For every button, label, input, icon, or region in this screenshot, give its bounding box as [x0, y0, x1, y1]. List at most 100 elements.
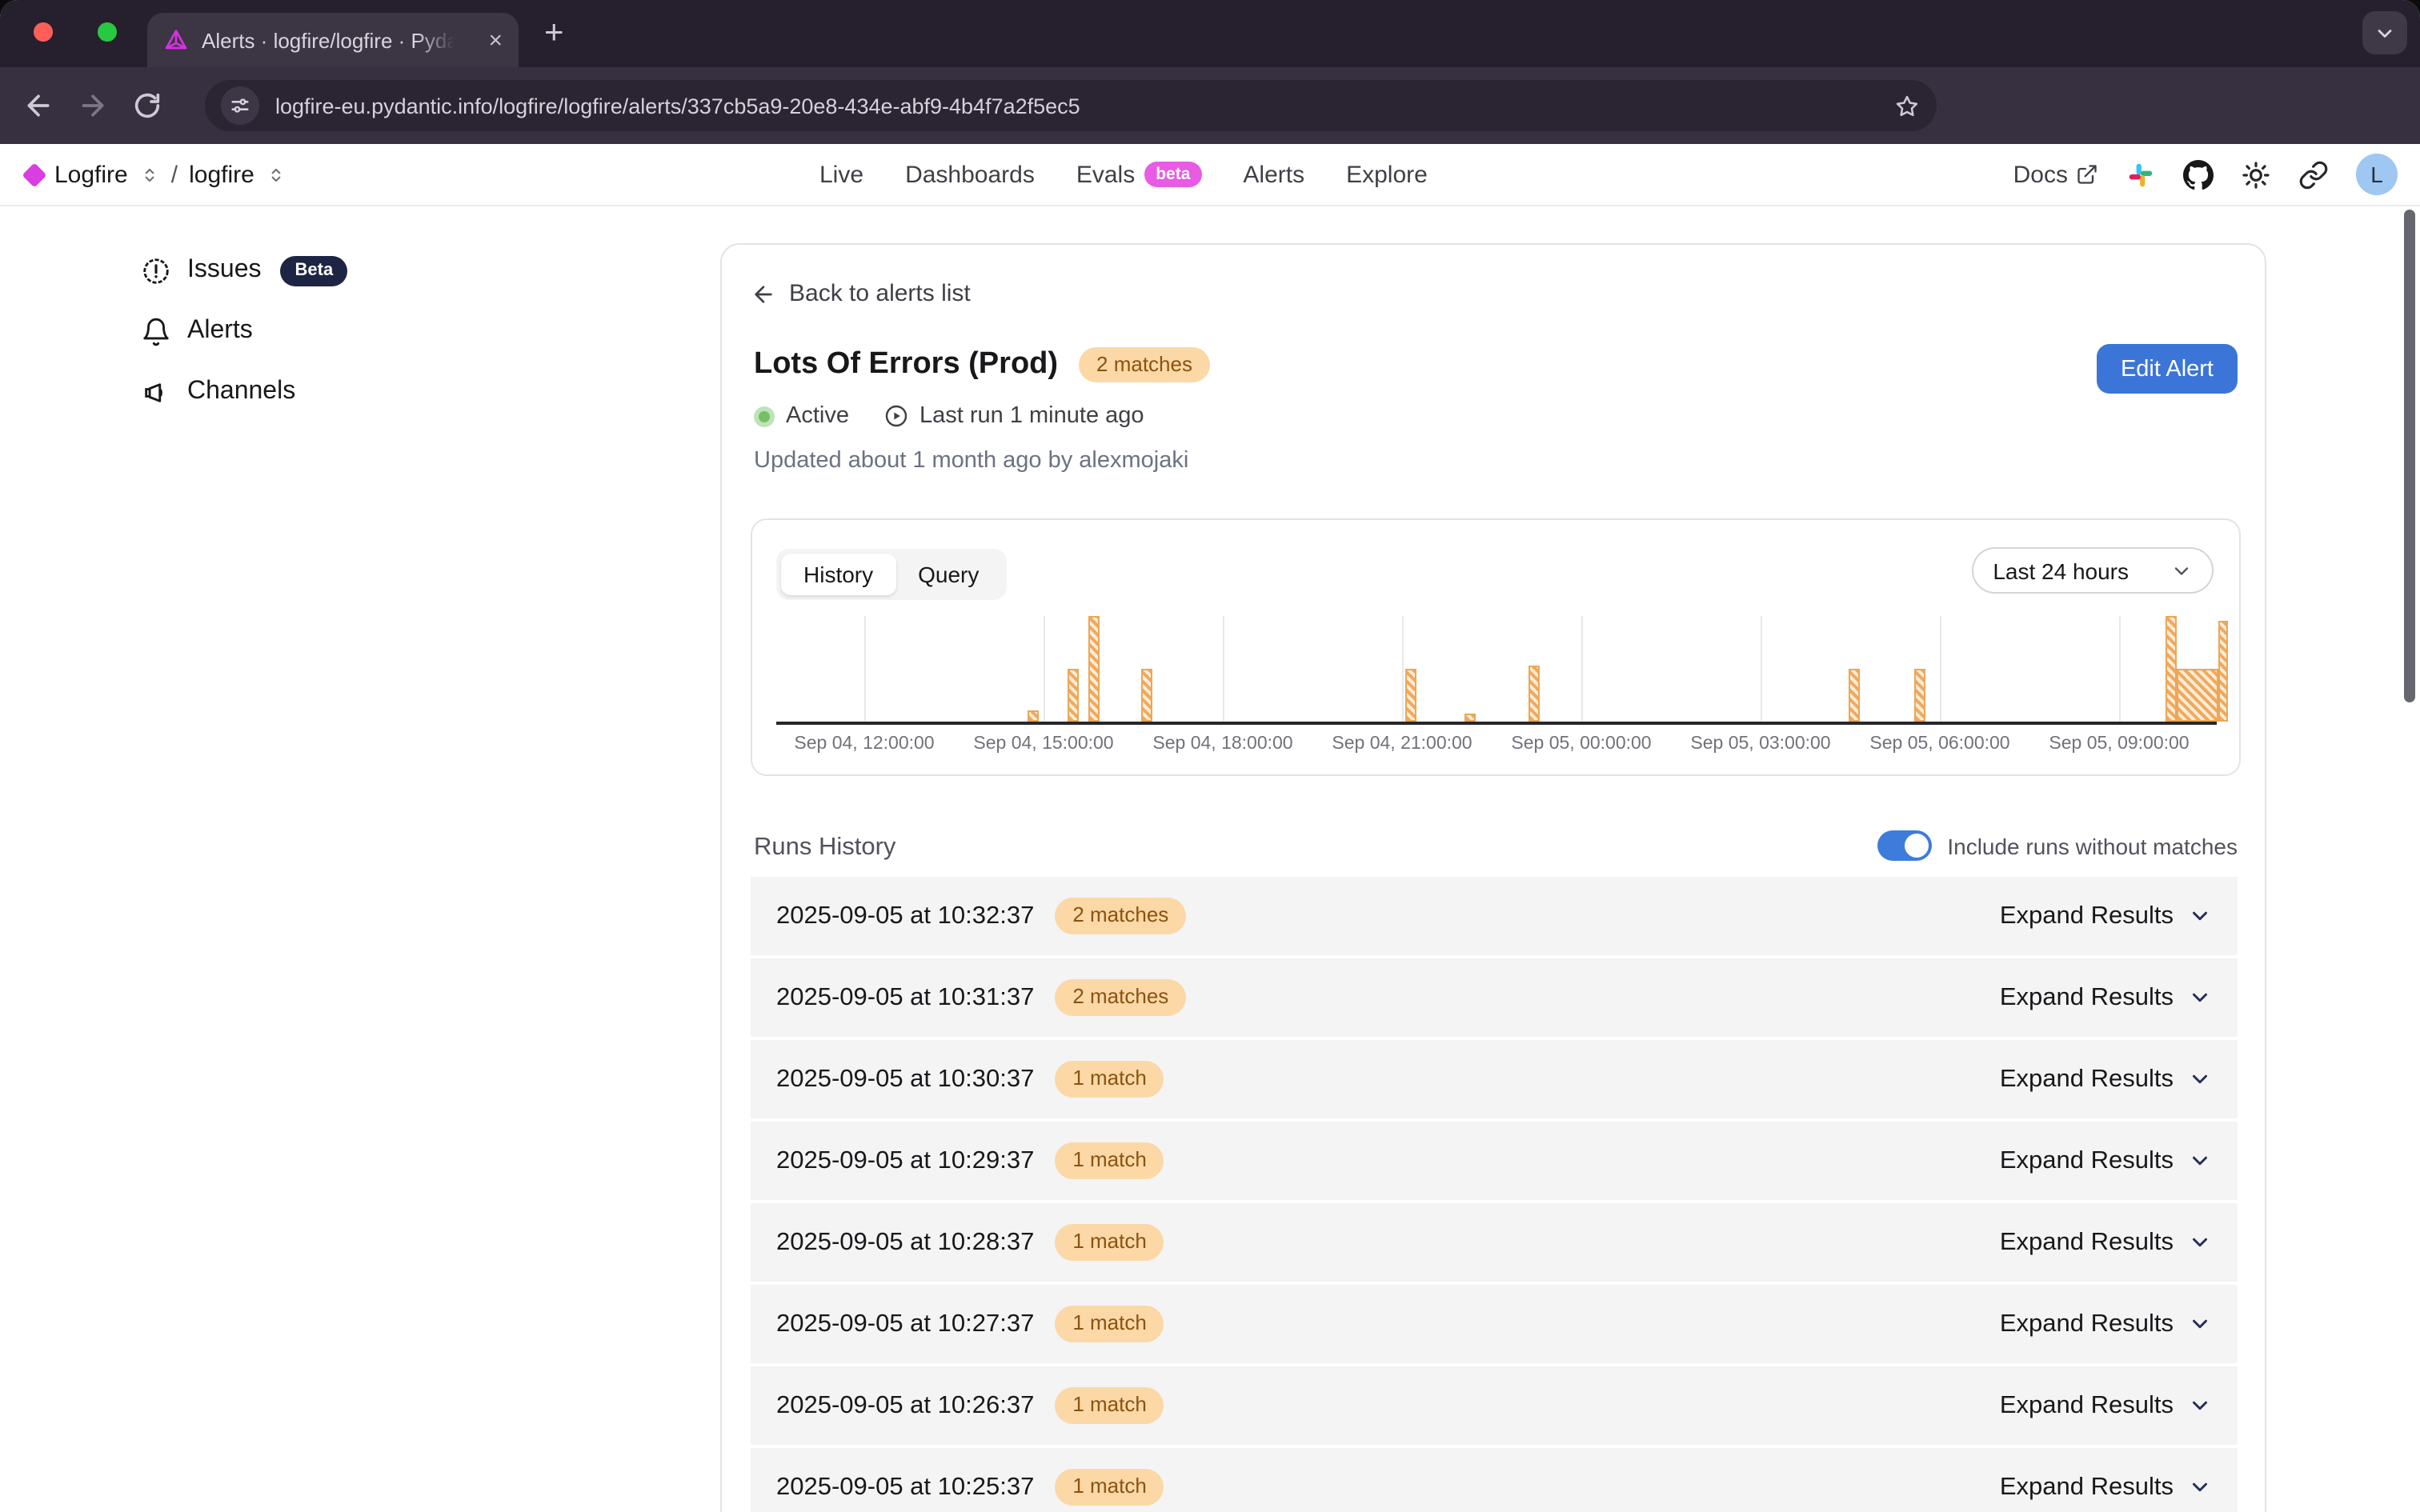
run-timestamp: 2025-09-05 at 10:32:37: [776, 902, 1034, 930]
new-tab-button[interactable]: +: [544, 14, 564, 53]
last-run-status: Last run 1 minute ago: [883, 403, 1144, 429]
sidebar-item-channels[interactable]: Channels: [141, 368, 347, 416]
browser-tab[interactable]: Alerts · logfire/logfire · Pydan ×: [147, 13, 519, 67]
run-matches-badge: 2 matches: [1055, 898, 1186, 934]
alert-history-chart-plot: [776, 616, 2217, 722]
nav-link-explore[interactable]: Explore: [1346, 161, 1428, 188]
user-avatar[interactable]: L: [2356, 154, 2398, 195]
chart-x-tick-label: Sep 04, 15:00:00: [973, 734, 1113, 754]
edit-alert-button[interactable]: Edit Alert: [2097, 344, 2238, 394]
forward-arrow-icon[interactable]: [77, 90, 109, 122]
org-selector-icon[interactable]: [139, 164, 160, 185]
run-timestamp: 2025-09-05 at 10:28:37: [776, 1228, 1034, 1257]
url-text[interactable]: logfire-eu.pydantic.info/logfire/logfire…: [275, 94, 1080, 118]
project-selector-icon[interactable]: [266, 164, 286, 185]
chart-bar: [2166, 616, 2177, 722]
include-runs-toggle[interactable]: [1877, 830, 1931, 861]
expand-results-button[interactable]: Expand Results: [2000, 983, 2212, 1012]
runs-history-title: Runs History: [754, 834, 895, 862]
reload-icon[interactable]: [131, 90, 163, 122]
expand-results-button[interactable]: Expand Results: [2000, 1146, 2212, 1175]
chart-bar: [2218, 621, 2228, 722]
alert-status-row: Active Last run 1 minute ago: [754, 403, 1144, 429]
play-circle-icon: [883, 403, 908, 429]
run-timestamp: 2025-09-05 at 10:25:37: [776, 1473, 1034, 1502]
slack-icon[interactable]: [2126, 159, 2156, 190]
run-row: 2025-09-05 at 10:32:37 2 matches Expand …: [751, 877, 2238, 955]
close-window-button[interactable]: [34, 22, 53, 42]
run-timestamp: 2025-09-05 at 10:30:37: [776, 1065, 1034, 1094]
run-timestamp: 2025-09-05 at 10:29:37: [776, 1146, 1034, 1175]
chart-baseline: [776, 722, 2217, 725]
expand-results-button[interactable]: Expand Results: [2000, 1391, 2212, 1420]
breadcrumb-separator: /: [171, 161, 178, 188]
back-arrow-icon[interactable]: [22, 90, 54, 122]
nav-link-alerts[interactable]: Alerts: [1243, 161, 1304, 188]
megaphone-icon: [141, 377, 171, 407]
url-bar[interactable]: logfire-eu.pydantic.info/logfire/logfire…: [205, 80, 1937, 131]
chevron-down-icon: [2188, 986, 2212, 1010]
sidebar-item-issues[interactable]: Issues Beta: [141, 246, 347, 294]
github-icon[interactable]: [2183, 159, 2214, 190]
runs-history-header: Runs History Include runs without matche…: [751, 830, 2238, 866]
run-row: 2025-09-05 at 10:27:37 1 match Expand Re…: [751, 1285, 2238, 1363]
close-tab-icon[interactable]: ×: [488, 28, 503, 52]
site-settings-button[interactable]: [221, 86, 259, 125]
sidebar-item-label: Issues: [187, 256, 262, 285]
chart-bar: [1464, 714, 1476, 722]
runs-list: 2025-09-05 at 10:32:37 2 matches Expand …: [751, 877, 2238, 1512]
tab-history[interactable]: History: [781, 554, 895, 595]
chart-bar: [1914, 669, 1925, 722]
logfire-logo-icon: [22, 162, 46, 186]
docs-link[interactable]: Docs: [2013, 161, 2098, 188]
chart-bar: [1068, 669, 1079, 722]
chart-x-tick-label: Sep 05, 03:00:00: [1690, 734, 1830, 754]
run-matches-badge: 1 match: [1055, 1225, 1164, 1261]
alert-history-card: History Query Last 24 hours Sep 04, 12:0…: [751, 518, 2241, 776]
maximize-window-button[interactable]: [98, 22, 117, 42]
run-matches-badge: 1 match: [1055, 1143, 1164, 1179]
bell-icon: [141, 316, 171, 346]
nav-link-live[interactable]: Live: [819, 161, 863, 188]
evals-beta-badge: beta: [1144, 162, 1201, 188]
nav-links: Live Dashboards Evalsbeta Alerts Explore: [819, 144, 1428, 205]
time-range-select[interactable]: Last 24 hours: [1972, 547, 2214, 594]
chart-bar: [1088, 616, 1100, 722]
expand-results-button[interactable]: Expand Results: [2000, 902, 2212, 930]
tab-search-button[interactable]: [2362, 11, 2407, 54]
matches-badge: 2 matches: [1079, 347, 1210, 383]
chevron-down-icon: [2188, 1394, 2212, 1418]
expand-results-button[interactable]: Expand Results: [2000, 1065, 2212, 1094]
expand-results-button[interactable]: Expand Results: [2000, 1473, 2212, 1502]
expand-results-button[interactable]: Expand Results: [2000, 1228, 2212, 1257]
chart-x-tick-label: Sep 05, 06:00:00: [1869, 734, 2009, 754]
sidebar-item-alerts[interactable]: Alerts: [141, 307, 347, 355]
org-name[interactable]: Logfire: [54, 161, 128, 188]
theme-sun-icon[interactable]: [2241, 159, 2271, 190]
active-status-icon: [754, 406, 775, 426]
tab-query[interactable]: Query: [895, 554, 1001, 595]
sidebar-item-label: Channels: [187, 378, 295, 406]
run-row: 2025-09-05 at 10:30:37 1 match Expand Re…: [751, 1040, 2238, 1118]
nav-link-evals[interactable]: Evalsbeta: [1076, 161, 1202, 188]
chevron-down-icon: [2188, 1230, 2212, 1254]
run-timestamp: 2025-09-05 at 10:27:37: [776, 1310, 1034, 1338]
back-to-alerts-link[interactable]: Back to alerts list: [751, 280, 971, 307]
chart-bar: [1405, 669, 1416, 722]
page-scrollbar[interactable]: [2404, 210, 2415, 702]
chevron-down-icon: [2188, 1312, 2212, 1336]
chart-x-tick-label: Sep 04, 12:00:00: [794, 734, 934, 754]
run-timestamp: 2025-09-05 at 10:31:37: [776, 983, 1034, 1012]
nav-link-dashboards[interactable]: Dashboards: [905, 161, 1035, 188]
sidebar: Issues Beta Alerts Channels: [141, 246, 347, 416]
chart-bar: [1849, 669, 1860, 722]
project-name[interactable]: logfire: [189, 161, 254, 188]
chart-gridline: [1940, 616, 1941, 722]
expand-results-button[interactable]: Expand Results: [2000, 1310, 2212, 1338]
run-row: 2025-09-05 at 10:26:37 1 match Expand Re…: [751, 1366, 2238, 1445]
bookmark-star-icon[interactable]: [1893, 92, 1921, 119]
share-link-icon[interactable]: [2298, 159, 2329, 190]
nav-right-actions: Docs L: [2013, 144, 2398, 205]
minimize-window-button[interactable]: [0, 22, 19, 42]
chart-gridline: [1581, 616, 1583, 722]
